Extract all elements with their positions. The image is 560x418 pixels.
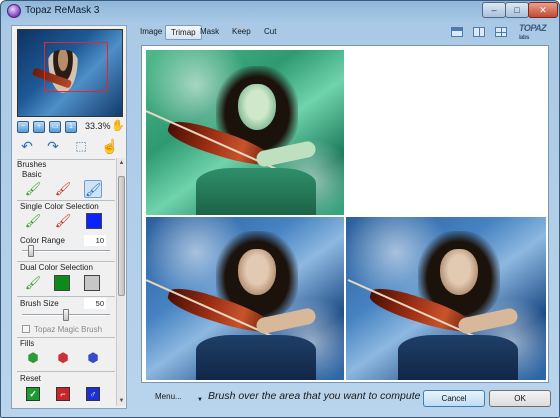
magic-brush-checkbox[interactable]: [22, 325, 30, 333]
preview-canvas[interactable]: [141, 45, 549, 383]
hand-tool-icon[interactable]: ✋: [111, 119, 125, 132]
trimap-pane[interactable]: [146, 50, 344, 215]
dual-color-swatch-a[interactable]: [54, 275, 70, 291]
single-cut-brush-icon[interactable]: 🖌: [54, 212, 72, 230]
dress: [196, 335, 316, 380]
minimize-button[interactable]: –: [482, 2, 506, 18]
topaz-logo: TOPAZ labs: [519, 23, 555, 43]
split-view-icon[interactable]: [473, 27, 485, 37]
ok-button[interactable]: OK: [489, 390, 551, 407]
menu-button[interactable]: Menu...: [155, 392, 182, 401]
scroll-down-icon[interactable]: ▼: [118, 397, 125, 405]
single-keep-brush-icon[interactable]: 🖌: [24, 212, 42, 230]
divider: [17, 371, 115, 372]
maximize-button[interactable]: □: [505, 2, 529, 18]
fill-keep-icon[interactable]: ⬢: [26, 350, 40, 366]
navigator-preview[interactable]: [17, 29, 123, 117]
navigator-viewport-rect[interactable]: [44, 42, 108, 92]
result-pane[interactable]: [346, 217, 546, 380]
cut-brush-icon[interactable]: 🖌: [54, 180, 72, 198]
tab-cut[interactable]: Cut: [259, 25, 281, 40]
color-range-value[interactable]: 10: [84, 235, 106, 246]
bottom-bar: Menu... ▼ Brush over the area that you w…: [133, 387, 557, 409]
left-panel-scrollbar[interactable]: ▲ ▼: [116, 158, 125, 406]
menu-dropdown-icon[interactable]: ▼: [197, 397, 203, 403]
fills-label: Fills: [20, 339, 35, 348]
divider: [17, 337, 115, 338]
edit-tools-row: ↶ ↷ ⬚ ☝: [17, 138, 123, 156]
original-pane[interactable]: [146, 217, 344, 380]
close-button[interactable]: ✕: [528, 2, 558, 18]
divider: [17, 296, 115, 297]
dress: [398, 335, 518, 380]
fill-cut-icon[interactable]: ⬢: [56, 350, 70, 366]
single-color-swatch[interactable]: [86, 213, 102, 229]
face: [238, 249, 276, 295]
zoom-row: − + ▭ 1 33.3% ✋: [17, 119, 125, 134]
pan-hand-icon[interactable]: ☝: [101, 138, 118, 154]
face: [238, 84, 276, 130]
dual-brush-icon[interactable]: 🖌: [24, 274, 42, 292]
remask-window: Topaz ReMask 3 – □ ✕ − + ▭ 1 33.3% ✋ ↶ ↷…: [0, 0, 560, 418]
fill-compute-icon[interactable]: ⬢: [86, 350, 100, 366]
fit-to-screen-icon[interactable]: ▭: [49, 121, 61, 133]
brush-size-slider-thumb[interactable]: [63, 309, 69, 321]
dual-color-label: Dual Color Selection: [20, 263, 93, 272]
keep-brush-icon[interactable]: 🖌: [24, 180, 42, 198]
window-title: Topaz ReMask 3: [25, 5, 100, 16]
reset-compute-button[interactable]: ♂: [86, 387, 100, 401]
left-panel: − + ▭ 1 33.3% ✋ ↶ ↷ ⬚ ☝ Brushes Basic 🖌 …: [11, 25, 127, 409]
marquee-select-icon[interactable]: ⬚: [73, 138, 89, 154]
quad-view-icon[interactable]: [495, 27, 507, 37]
tab-image[interactable]: Image: [135, 25, 167, 40]
brushes-header: Brushes: [17, 160, 47, 169]
logo-line1: TOPAZ: [519, 23, 547, 33]
zoom-in-icon[interactable]: +: [33, 121, 45, 133]
tab-keep[interactable]: Keep: [227, 25, 256, 40]
dress: [196, 168, 316, 215]
dual-color-swatch-b[interactable]: [84, 275, 100, 291]
reset-keep-button[interactable]: ✓: [26, 387, 40, 401]
single-view-icon[interactable]: [451, 27, 463, 37]
color-range-slider-track[interactable]: [22, 250, 110, 252]
undo-icon[interactable]: ↶: [19, 138, 35, 154]
logo-line2: labs: [519, 35, 530, 41]
mask-pane[interactable]: [346, 50, 546, 215]
redo-icon[interactable]: ↷: [45, 138, 61, 154]
cancel-button[interactable]: Cancel: [423, 390, 485, 407]
brush-size-value[interactable]: 50: [84, 298, 106, 309]
title-bar[interactable]: Topaz ReMask 3 – □ ✕: [1, 1, 559, 21]
status-hint: Brush over the area that you want to com…: [208, 390, 421, 402]
divider: [17, 261, 115, 262]
divider: [17, 200, 115, 201]
scroll-up-icon[interactable]: ▲: [118, 159, 125, 167]
scroll-thumb[interactable]: [118, 176, 125, 296]
face: [440, 249, 478, 295]
zoom-out-icon[interactable]: −: [17, 121, 29, 133]
magic-brush-label: Topaz Magic Brush: [34, 325, 103, 334]
reset-label: Reset: [20, 374, 41, 383]
view-toolbar: Image Trimap Mask Keep Cut TOPAZ labs: [133, 23, 557, 43]
color-range-slider-thumb[interactable]: [27, 245, 34, 257]
app-icon: [7, 4, 21, 18]
basic-label: Basic: [22, 170, 42, 179]
tab-mask[interactable]: Mask: [195, 25, 224, 40]
reset-cut-button[interactable]: ⌐: [56, 387, 70, 401]
zoom-level: 33.3%: [85, 121, 111, 131]
actual-size-icon[interactable]: 1: [65, 121, 77, 133]
compute-brush-icon[interactable]: 🖌: [84, 180, 102, 198]
single-color-label: Single Color Selection: [20, 202, 99, 211]
